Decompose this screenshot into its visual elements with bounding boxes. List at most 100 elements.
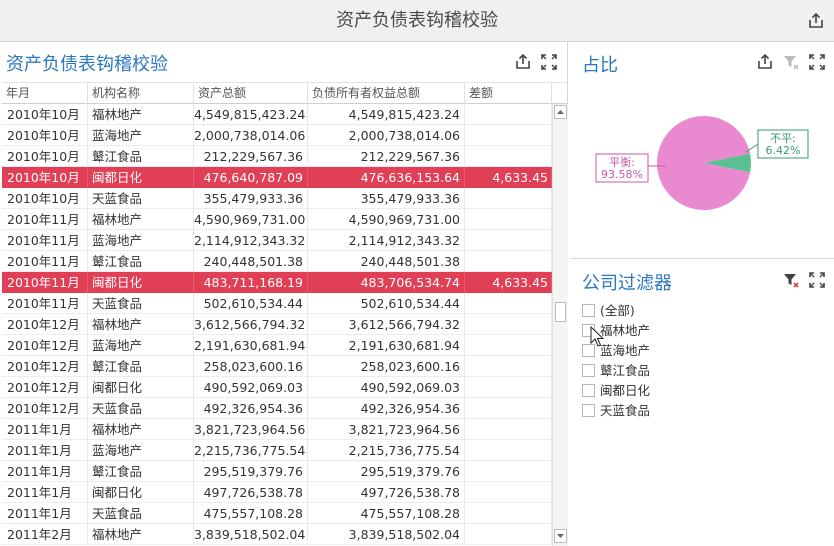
table-row-highlighted[interactable]: 2010年10月 闽都日化 476,640,787.09 476,636,153.64…: [2, 167, 552, 188]
cell-org: 福林地产: [88, 419, 194, 440]
cell-diff: [465, 419, 552, 440]
cell-date: 2010年10月: [2, 104, 88, 125]
table-row[interactable]: 2011年1月 蓝海地产 2,215,736,775.54 2,215,736,775…: [2, 440, 552, 461]
cell-asset: 3,839,518,502.04: [194, 524, 308, 545]
cell-org: 福林地产: [88, 104, 194, 125]
maximize-icon[interactable]: [808, 53, 826, 71]
pie-chart[interactable]: 平衡:93.58% 不平:6.42%: [570, 82, 834, 258]
cell-asset: 2,191,630,681.94: [194, 335, 308, 356]
cell-diff: [465, 503, 552, 524]
cell-diff: [465, 524, 552, 545]
scroll-thumb[interactable]: [555, 302, 566, 322]
cell-equity: 490,592,069.03: [308, 377, 465, 398]
clear-filter-icon[interactable]: [782, 271, 800, 289]
pie-panel: 占比 平衡: 93.58% 不平: 6.42%: [570, 42, 834, 258]
cell-equity: 240,448,501.38: [308, 251, 465, 272]
cell-diff: [465, 230, 552, 251]
cell-diff: [465, 209, 552, 230]
table-row[interactable]: 2010年12月 闽都日化 490,592,069.03 490,592,069.03: [2, 377, 552, 398]
grid-header: 年月 机构名称 资产总额 负债所有者权益总额 差额: [2, 82, 568, 104]
cell-diff: [465, 314, 552, 335]
checkbox[interactable]: [582, 404, 595, 417]
cell-equity: 3,839,518,502.04: [308, 524, 465, 545]
column-header-org[interactable]: 机构名称: [88, 83, 194, 104]
filter-item-label: 福林地产: [600, 323, 651, 338]
cell-asset: 3,612,566,794.32: [194, 314, 308, 335]
cell-diff: [465, 293, 552, 314]
grid-scrollbar[interactable]: [552, 104, 568, 546]
checkbox[interactable]: [582, 304, 595, 317]
cell-org: 福林地产: [88, 314, 194, 335]
maximize-icon[interactable]: [540, 53, 558, 71]
export-icon[interactable]: [514, 53, 532, 71]
table-row[interactable]: 2011年2月 福林地产 3,839,518,502.04 3,839,518,502…: [2, 524, 552, 545]
export-icon[interactable]: [807, 12, 825, 30]
filter-item-label: 鼙江食品: [600, 363, 651, 378]
cell-diff: [465, 398, 552, 419]
cell-diff: [465, 356, 552, 377]
column-header-diff[interactable]: 差额: [465, 83, 552, 104]
scroll-down-arrow-icon[interactable]: [554, 529, 567, 543]
export-icon[interactable]: [756, 53, 774, 71]
cell-org: 福林地产: [88, 524, 194, 545]
cell-asset: 4,590,969,731.00: [194, 209, 308, 230]
table-row[interactable]: 2011年1月 鼙江食品 295,519,379.76 295,519,379.76: [2, 461, 552, 482]
table-row[interactable]: 2010年12月 蓝海地产 2,191,630,681.94 2,191,630,68…: [2, 335, 552, 356]
table-row[interactable]: 2010年10月 蓝海地产 2,000,738,014.06 2,000,738,01…: [2, 125, 552, 146]
cell-asset: 502,610,534.44: [194, 293, 308, 314]
cell-org: 蓝海地产: [88, 335, 194, 356]
table-row[interactable]: 2010年11月 福林地产 4,590,969,731.00 4,590,969,73…: [2, 209, 552, 230]
table-row[interactable]: 2011年1月 福林地产 3,821,723,964.56 3,821,723,964…: [2, 419, 552, 440]
cell-equity: 4,590,969,731.00: [308, 209, 465, 230]
cell-equity: 483,706,534.74: [308, 272, 465, 293]
cell-equity: 258,023,600.16: [308, 356, 465, 377]
cell-asset: 490,592,069.03: [194, 377, 308, 398]
cell-asset: 258,023,600.16: [194, 356, 308, 377]
column-header-equity[interactable]: 负债所有者权益总额: [308, 83, 465, 104]
cell-date: 2011年1月: [2, 503, 88, 524]
cell-equity: 3,612,566,794.32: [308, 314, 465, 335]
cell-date: 2011年1月: [2, 419, 88, 440]
cell-equity: 4,549,815,423.24: [308, 104, 465, 125]
clear-filter-icon[interactable]: [782, 53, 800, 71]
table-row-highlighted[interactable]: 2010年11月 闽都日化 483,711,168.19 483,706,534.74…: [2, 272, 552, 293]
table-row[interactable]: 2010年12月 福林地产 3,612,566,794.32 3,612,566,79…: [2, 314, 552, 335]
table-row[interactable]: 2010年11月 鼙江食品 240,448,501.38 240,448,501.38: [2, 251, 552, 272]
cell-asset: 4,549,815,423.24: [194, 104, 308, 125]
cell-diff: 4,633.45: [465, 272, 552, 293]
cell-date: 2010年12月: [2, 314, 88, 335]
checkbox[interactable]: [582, 344, 595, 357]
table-row[interactable]: 2011年1月 闽都日化 497,726,538.78 497,726,538.78: [2, 482, 552, 503]
cell-diff: [465, 251, 552, 272]
checkbox[interactable]: [582, 324, 595, 337]
scroll-up-arrow-icon[interactable]: [554, 105, 567, 119]
maximize-icon[interactable]: [808, 271, 826, 289]
cell-org: 闽都日化: [88, 272, 194, 293]
column-header-asset[interactable]: 资产总额: [194, 83, 308, 104]
cell-org: 天蓝食品: [88, 188, 194, 209]
table-row[interactable]: 2010年12月 天蓝食品 492,326,954.36 492,326,954.36: [2, 398, 552, 419]
cell-org: 闽都日化: [88, 482, 194, 503]
cell-asset: 212,229,567.36: [194, 146, 308, 167]
cell-date: 2010年10月: [2, 125, 88, 146]
filter-item-label: (全部): [600, 303, 635, 318]
table-row[interactable]: 2010年10月 福林地产 4,549,815,423.24 4,549,815,42…: [2, 104, 552, 125]
cell-date: 2010年11月: [2, 230, 88, 251]
table-row[interactable]: 2011年1月 天蓝食品 475,557,108.28 475,557,108.28: [2, 503, 552, 524]
table-row[interactable]: 2010年11月 天蓝食品 502,610,534.44 502,610,534.44: [2, 293, 552, 314]
cell-equity: 212,229,567.36: [308, 146, 465, 167]
table-row[interactable]: 2010年10月 天蓝食品 355,479,933.36 355,479,933.36: [2, 188, 552, 209]
cell-equity: 497,726,538.78: [308, 482, 465, 503]
cell-diff: [465, 461, 552, 482]
cell-org: 鼙江食品: [88, 461, 194, 482]
cell-asset: 3,821,723,964.56: [194, 419, 308, 440]
table-row[interactable]: 2010年11月 蓝海地产 2,114,912,343.32 2,114,912,34…: [2, 230, 552, 251]
table-row[interactable]: 2010年10月 鼙江食品 212,229,567.36 212,229,567.36: [2, 146, 552, 167]
cell-diff: [465, 440, 552, 461]
checkbox[interactable]: [582, 384, 595, 397]
cell-equity: 475,557,108.28: [308, 503, 465, 524]
cell-equity: 492,326,954.36: [308, 398, 465, 419]
checkbox[interactable]: [582, 364, 595, 377]
column-header-date[interactable]: 年月: [2, 83, 88, 104]
table-row[interactable]: 2010年12月 鼙江食品 258,023,600.16 258,023,600.16: [2, 356, 552, 377]
